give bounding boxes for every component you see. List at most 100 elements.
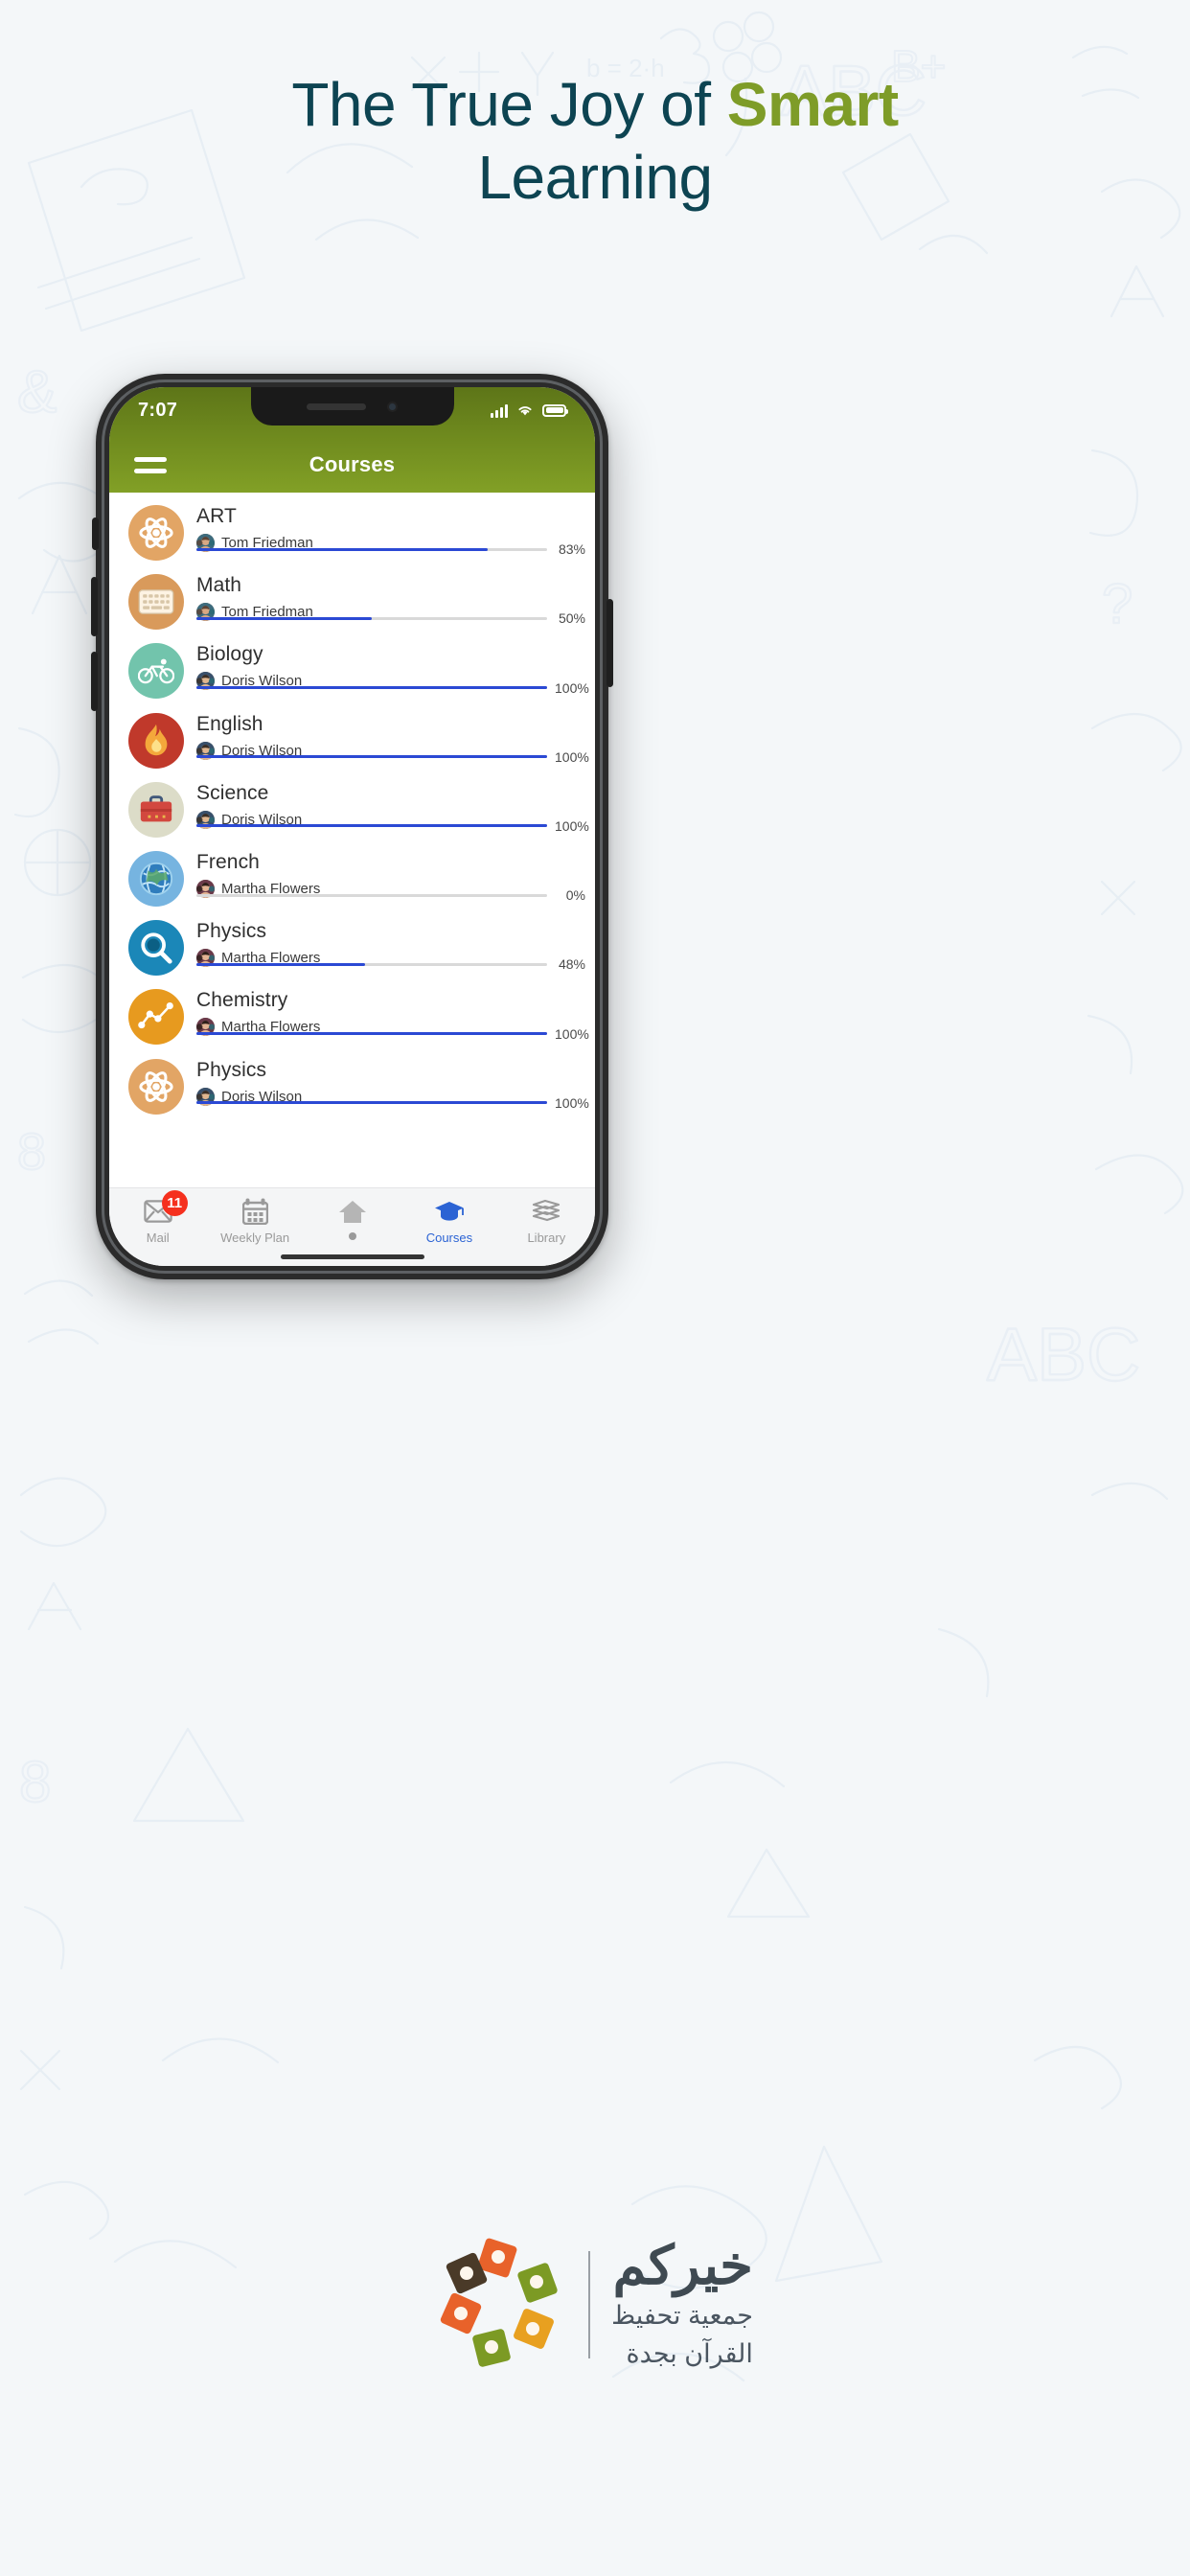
tab-label: Mail xyxy=(146,1230,170,1245)
status-time: 7:07 xyxy=(138,399,178,421)
atom-icon xyxy=(128,1058,184,1115)
course-progress-row: 48% xyxy=(196,956,595,972)
course-list[interactable]: ART Tom Friedman 83% Math Tom Friedman 5… xyxy=(109,493,595,1187)
course-body: French Martha Flowers 0% xyxy=(196,849,595,911)
course-title: Biology xyxy=(196,643,263,666)
course-progress-row: 100% xyxy=(196,749,595,765)
app-bar: Courses xyxy=(109,437,595,493)
pinwheel-logo-icon xyxy=(437,2238,571,2372)
course-row[interactable]: Physics Martha Flowers 48% xyxy=(109,911,595,980)
home-indicator xyxy=(280,1254,424,1259)
phone-notch xyxy=(250,387,454,426)
hamburger-menu-icon[interactable] xyxy=(134,456,167,473)
progress-bar xyxy=(196,616,547,620)
tab-label: Weekly Plan xyxy=(220,1230,290,1245)
course-row[interactable]: Math Tom Friedman 50% xyxy=(109,565,595,634)
course-body: English Doris Wilson 100% xyxy=(196,711,595,773)
tab-label: Courses xyxy=(425,1230,473,1245)
course-progress-row: 100% xyxy=(196,1026,595,1042)
course-row[interactable]: Science Doris Wilson 100% xyxy=(109,773,595,842)
phone-volume-down-button xyxy=(91,652,98,711)
tab-label: Library xyxy=(527,1230,566,1245)
status-icons xyxy=(491,403,568,418)
course-body: Physics Doris Wilson 100% xyxy=(196,1057,595,1119)
progress-bar xyxy=(196,1101,547,1105)
progress-percent: 100% xyxy=(555,748,589,765)
svg-text:?: ? xyxy=(1102,573,1133,635)
course-row[interactable]: Chemistry Martha Flowers 100% xyxy=(109,980,595,1049)
tab-courses[interactable]: Courses xyxy=(400,1197,497,1245)
course-progress-row: 50% xyxy=(196,610,595,626)
home-icon xyxy=(338,1197,367,1226)
progress-bar xyxy=(196,1032,547,1035)
wifi-icon xyxy=(518,406,532,416)
course-progress-row: 100% xyxy=(196,1095,595,1111)
logo-wordmark: خيركم جمعية تحفيظ القرآن بجدة xyxy=(611,2235,753,2372)
hero-headline: The True Joy of Smart Learning xyxy=(0,69,1190,214)
tab-home[interactable] xyxy=(304,1197,400,1240)
bicycle-icon xyxy=(128,643,184,700)
page-title: Courses xyxy=(309,452,396,476)
course-title: Chemistry xyxy=(196,989,288,1012)
course-title: French xyxy=(196,850,260,873)
logo-arabic-sub-2: القرآن بجدة xyxy=(626,2339,753,2369)
course-title: English xyxy=(196,712,263,735)
atom-icon xyxy=(128,505,184,561)
hero-line-2: Learning xyxy=(477,142,713,212)
battery-full-icon xyxy=(542,403,568,417)
phone-screen: 7:07 Courses ART Tom Friedman 83% Math T… xyxy=(109,387,595,1266)
phone-mute-switch xyxy=(92,518,99,550)
progress-percent: 50% xyxy=(558,610,585,627)
course-body: Science Doris Wilson 100% xyxy=(196,780,595,842)
course-progress-row: 83% xyxy=(196,541,595,557)
progress-percent: 0% xyxy=(565,887,585,904)
phone-power-button xyxy=(606,599,613,687)
svg-text:&: & xyxy=(17,359,57,426)
tab-library[interactable]: Library xyxy=(498,1197,595,1245)
course-progress-row: 100% xyxy=(196,818,595,834)
course-row[interactable]: English Doris Wilson 100% xyxy=(109,704,595,773)
course-title: Science xyxy=(196,781,269,804)
progress-bar xyxy=(196,755,547,759)
logo-arabic-sub-1: جمعية تحفيظ xyxy=(611,2300,753,2330)
earpiece-speaker xyxy=(307,402,366,410)
phone-mockup: 7:07 Courses ART Tom Friedman 83% Math T… xyxy=(91,374,613,1279)
svg-text:8: 8 xyxy=(17,1123,46,1181)
progress-bar xyxy=(196,547,547,551)
progress-bar xyxy=(196,686,547,690)
keyboard-icon xyxy=(128,574,184,631)
course-progress-row: 100% xyxy=(196,680,595,696)
page-root: b = 2·h ABC B+ & 8 8 ? ABC The True Joy … xyxy=(0,0,1190,2576)
course-title: Physics xyxy=(196,1058,267,1081)
progress-percent: 100% xyxy=(555,1025,589,1042)
hero-line-1: The True Joy of Smart xyxy=(0,69,1190,142)
course-row[interactable]: French Martha Flowers 0% xyxy=(109,842,595,911)
mail-icon: 11 xyxy=(144,1190,188,1226)
logo-arabic-main: خيركم xyxy=(612,2235,753,2296)
course-body: Math Tom Friedman 50% xyxy=(196,572,595,634)
tab-mail[interactable]: 11 Mail xyxy=(109,1190,206,1245)
calendar-icon xyxy=(241,1197,268,1226)
tab-weekly-plan[interactable]: Weekly Plan xyxy=(206,1197,303,1245)
course-title: Physics xyxy=(196,920,267,943)
briefcase-icon xyxy=(128,781,184,838)
course-body: ART Tom Friedman 83% xyxy=(196,503,595,565)
course-row[interactable]: Biology Doris Wilson 100% xyxy=(109,634,595,703)
course-title: ART xyxy=(196,505,237,527)
home-active-dot xyxy=(348,1232,356,1240)
course-row[interactable]: ART Tom Friedman 83% xyxy=(109,496,595,565)
phone-volume-up-button xyxy=(91,577,98,636)
hero-line-1-plain: The True Joy of xyxy=(291,70,727,139)
svg-text:8: 8 xyxy=(19,1750,51,1814)
svg-text:ABC: ABC xyxy=(987,1312,1140,1396)
cellular-signal-icon xyxy=(491,403,508,418)
course-row[interactable]: Physics Doris Wilson 100% xyxy=(109,1050,595,1119)
course-body: Biology Doris Wilson 100% xyxy=(196,641,595,703)
progress-percent: 100% xyxy=(555,1094,589,1111)
footer-logo: خيركم جمعية تحفيظ القرآن بجدة xyxy=(0,2235,1190,2372)
course-title: Math xyxy=(196,574,242,597)
magnifier-icon xyxy=(128,920,184,977)
books-icon xyxy=(532,1197,561,1226)
progress-percent: 100% xyxy=(555,817,589,834)
graduation-cap-icon xyxy=(434,1197,465,1226)
